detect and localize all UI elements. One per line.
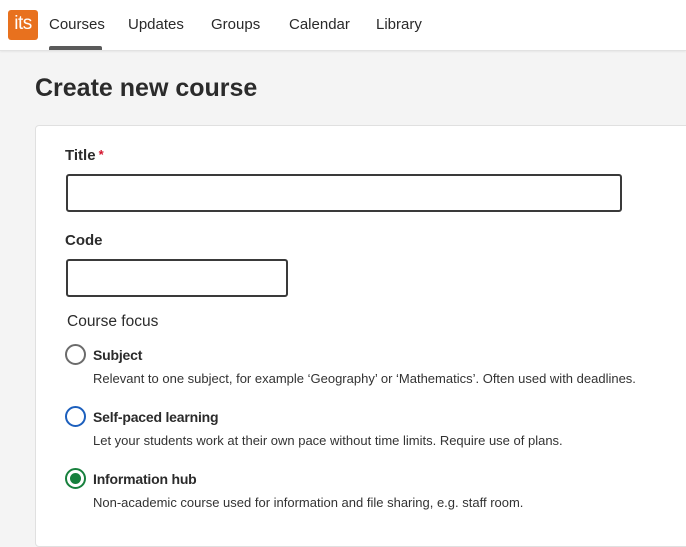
title-label-text: Title	[65, 147, 96, 164]
nav-tab-calendar[interactable]: Calendar	[289, 16, 350, 33]
information-hub-radio[interactable]	[65, 468, 86, 489]
subject-option-description: Relevant to one subject, for example ‘Ge…	[93, 371, 636, 386]
its-logo[interactable]: its	[8, 10, 38, 40]
active-tab-indicator	[49, 46, 102, 50]
nav-tab-updates[interactable]: Updates	[128, 16, 184, 33]
self-paced-learning-option-label[interactable]: Self-paced learning	[93, 409, 219, 425]
required-marker: *	[98, 147, 104, 162]
subject-option-label[interactable]: Subject	[93, 347, 142, 363]
top-navigation-bar: its Courses Updates Groups Calendar Libr…	[0, 0, 686, 51]
title-label: Title *	[65, 147, 104, 164]
self-paced-learning-option-description: Let your students work at their own pace…	[93, 433, 563, 448]
subject-radio[interactable]	[65, 344, 86, 365]
code-label: Code	[65, 232, 103, 249]
nav-tab-courses[interactable]: Courses	[49, 16, 105, 33]
self-paced-learning-radio[interactable]	[65, 406, 86, 427]
title-input[interactable]	[66, 174, 622, 212]
page-title: Create new course	[35, 74, 258, 102]
nav-tab-library[interactable]: Library	[376, 16, 422, 33]
course-focus-label: Course focus	[67, 313, 159, 330]
information-hub-option-label[interactable]: Information hub	[93, 471, 197, 487]
code-input[interactable]	[66, 259, 288, 297]
information-hub-option-description: Non-academic course used for information…	[93, 495, 524, 510]
nav-tab-groups[interactable]: Groups	[211, 16, 260, 33]
